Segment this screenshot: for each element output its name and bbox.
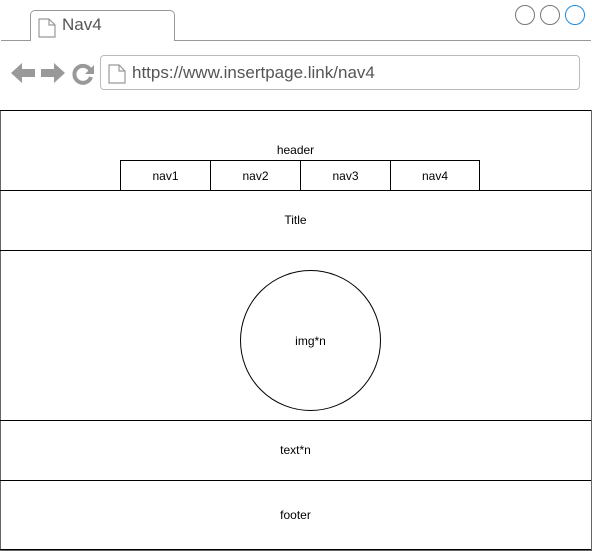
tab-title: Nav4 — [62, 15, 102, 34]
maximize-button[interactable] — [540, 5, 560, 25]
browser-tab[interactable]: Nav4 — [30, 10, 175, 41]
image-section: img*n — [0, 250, 591, 420]
nav-item-2[interactable]: nav2 — [210, 160, 300, 190]
title-section: Title — [0, 190, 591, 250]
back-arrow-icon[interactable] — [10, 61, 36, 90]
address-bar[interactable]: https://www.insertpage.link/nav4 — [100, 55, 580, 90]
browser-chrome: Nav4 https://www.insertpage.link/nav4 — [0, 0, 592, 110]
nav-item-1[interactable]: nav1 — [120, 160, 210, 190]
footer-label: footer — [280, 508, 311, 522]
page-title: Title — [284, 213, 307, 227]
reload-icon[interactable] — [71, 62, 95, 91]
forward-arrow-icon[interactable] — [40, 61, 66, 90]
text-section: text*n — [0, 420, 591, 480]
nav-bar: nav1 nav2 nav3 nav4 — [120, 160, 480, 191]
minimize-button[interactable] — [515, 5, 535, 25]
url-text: https://www.insertpage.link/nav4 — [132, 63, 375, 82]
image-label: img*n — [295, 333, 326, 348]
header-label: header — [276, 143, 315, 157]
image-placeholder: img*n — [240, 270, 381, 411]
text-label: text*n — [280, 443, 311, 457]
nav-item-4[interactable]: nav4 — [390, 160, 480, 190]
close-button[interactable] — [565, 5, 585, 25]
page-header: header nav1 nav2 nav3 nav4 — [0, 110, 591, 190]
document-icon — [108, 64, 126, 89]
nav-item-3[interactable]: nav3 — [300, 160, 390, 190]
document-icon — [38, 18, 56, 43]
tab-strip-divider — [175, 40, 591, 41]
tab-strip-divider — [1, 40, 31, 41]
page-footer: footer — [0, 480, 591, 550]
